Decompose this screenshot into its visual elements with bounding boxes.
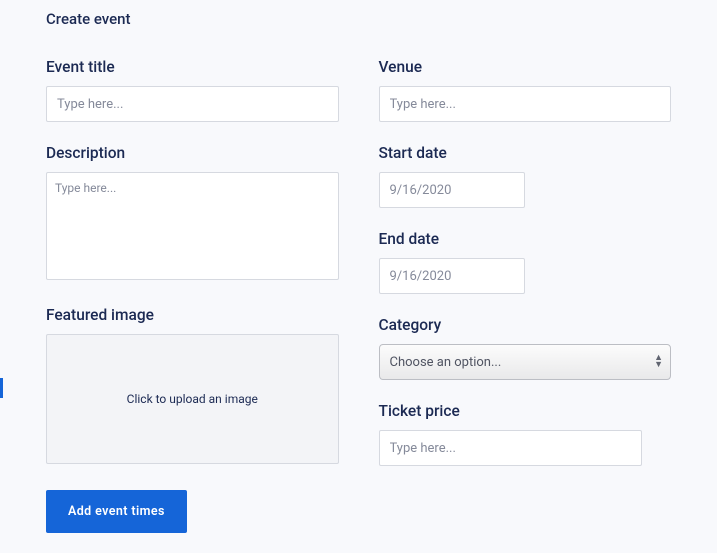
left-column: Event title Description Featured image C… [46,58,339,533]
end-date-input[interactable] [379,258,525,294]
category-label: Category [379,316,672,334]
venue-input[interactable] [379,86,672,122]
description-textarea[interactable] [46,172,339,280]
start-date-label: Start date [379,144,672,162]
right-column: Venue Start date End date Category Choos… [379,58,672,533]
upload-instruction-text: Click to upload an image [127,392,258,406]
left-edge-accent [0,378,3,398]
ticket-price-label: Ticket price [379,402,672,420]
featured-image-upload[interactable]: Click to upload an image [46,334,339,464]
description-label: Description [46,144,339,162]
page-title: Create event [46,10,671,28]
start-date-input[interactable] [379,172,525,208]
featured-image-label: Featured image [46,306,339,324]
ticket-price-input[interactable] [379,430,642,466]
event-title-label: Event title [46,58,339,76]
end-date-label: End date [379,230,672,248]
add-event-times-button[interactable]: Add event times [46,490,187,533]
venue-label: Venue [379,58,672,76]
event-title-input[interactable] [46,86,339,122]
category-select[interactable]: Choose an option... [379,344,672,380]
